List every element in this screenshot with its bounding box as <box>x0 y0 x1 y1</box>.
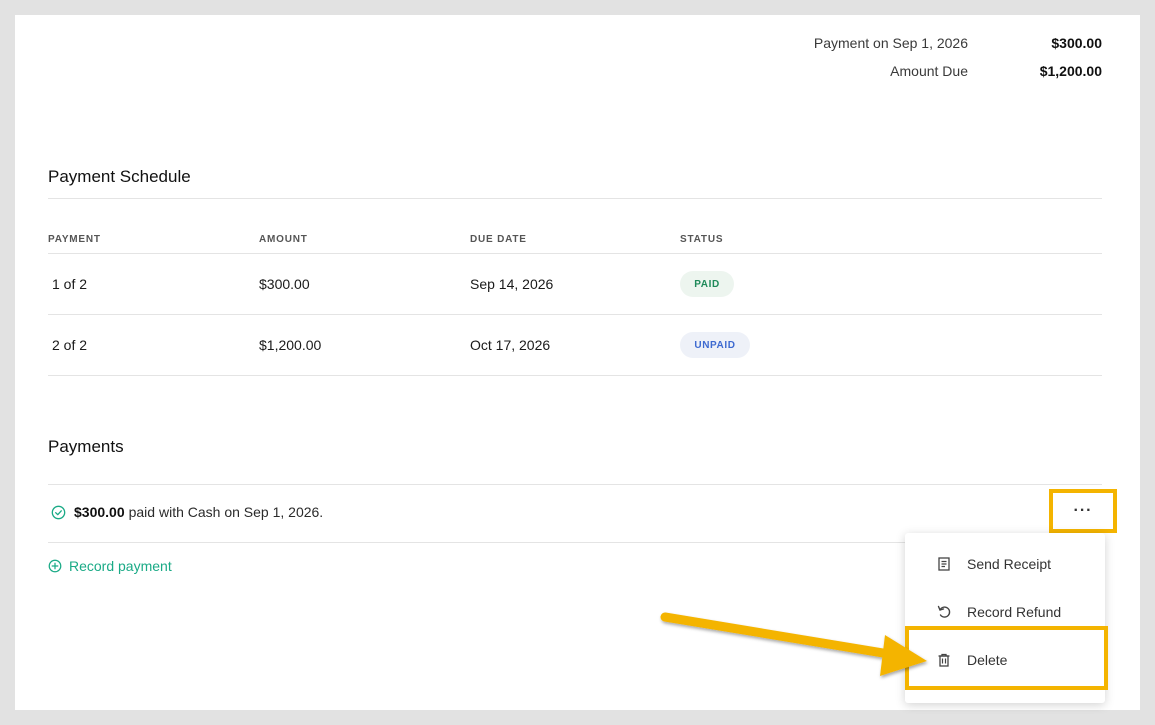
column-header-status: STATUS <box>680 234 724 245</box>
status-badge-unpaid: UNPAID <box>680 332 750 358</box>
row-due-date: Oct 17, 2026 <box>470 337 551 353</box>
payment-entry: $300.00 paid with Cash on Sep 1, 2026. <box>51 504 323 520</box>
summary-due-row: Amount Due $1,200.00 <box>668 63 1102 79</box>
summary-due-value: $1,200.00 <box>1039 63 1102 79</box>
menu-item-delete[interactable]: Delete <box>905 638 1105 682</box>
menu-item-label: Send Receipt <box>967 556 1052 572</box>
divider <box>48 198 1102 199</box>
payment-entry-text: paid with Cash on Sep 1, 2026. <box>128 504 324 520</box>
menu-item-label: Delete <box>967 652 1008 668</box>
more-dots-icon: ··· <box>1073 502 1093 519</box>
row-amount: $300.00 <box>259 276 310 292</box>
record-payment-link[interactable]: Record payment <box>48 558 172 574</box>
column-header-payment: PAYMENT <box>48 234 101 245</box>
row-due-date: Sep 14, 2026 <box>470 276 554 292</box>
column-header-amount: AMOUNT <box>259 234 308 245</box>
row-amount: $1,200.00 <box>259 337 322 353</box>
more-options-button[interactable]: ··· <box>1049 489 1117 533</box>
payment-actions-menu: Send Receipt Record Refund Delete <box>905 533 1105 703</box>
divider <box>48 253 1102 254</box>
undo-icon <box>935 603 953 621</box>
trash-icon <box>935 651 953 669</box>
record-payment-label: Record payment <box>69 558 172 574</box>
row-payment: 2 of 2 <box>52 337 88 353</box>
summary-payment-value: $300.00 <box>1051 35 1102 51</box>
payment-schedule-title: Payment Schedule <box>48 167 191 186</box>
check-circle-icon <box>51 505 66 519</box>
column-header-due-date: DUE DATE <box>470 234 527 245</box>
payments-title: Payments <box>48 437 124 456</box>
divider <box>48 314 1102 315</box>
divider <box>48 375 1102 376</box>
menu-item-record-refund[interactable]: Record Refund <box>905 590 1105 634</box>
row-payment: 1 of 2 <box>52 276 88 292</box>
invoice-card: Payment on Sep 1, 2026 $300.00 Amount Du… <box>15 15 1140 710</box>
summary-payment-row: Payment on Sep 1, 2026 $300.00 <box>668 35 1102 51</box>
summary-payment-label: Payment on Sep 1, 2026 <box>813 35 968 51</box>
summary-due-label: Amount Due <box>890 63 968 79</box>
menu-item-label: Record Refund <box>967 604 1062 620</box>
payment-entry-amount: $300.00 <box>74 504 125 520</box>
plus-circle-icon <box>48 559 62 573</box>
receipt-icon <box>935 555 953 573</box>
divider <box>48 484 1102 485</box>
menu-item-send-receipt[interactable]: Send Receipt <box>905 542 1105 586</box>
status-badge-paid: PAID <box>680 271 734 297</box>
